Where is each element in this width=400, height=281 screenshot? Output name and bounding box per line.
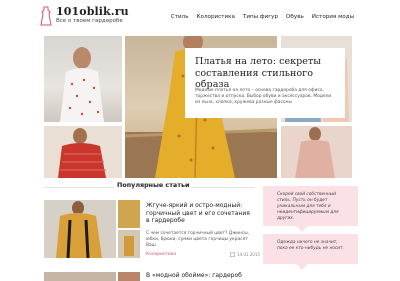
quote-tail: [296, 264, 308, 270]
article-category-tag[interactable]: Колористика: [146, 252, 176, 257]
article-thumb-small-2[interactable]: [118, 230, 140, 258]
article-thumb-main[interactable]: [44, 272, 116, 281]
article-thumb-main[interactable]: [44, 200, 116, 258]
calendar-icon: [230, 252, 235, 257]
popular-section-heading: Популярные статьи: [44, 181, 254, 193]
article-title[interactable]: В «модной обойме»: гардероб цвета: [146, 272, 256, 281]
article-card[interactable]: Жгуче-яркий и остро-модный: горчичный цв…: [44, 200, 260, 266]
hero-photo-pink-outfit[interactable]: [281, 126, 352, 178]
hero-text: Модные платья на лето – основа гардероба…: [195, 88, 332, 105]
article-date: 14.01.2015: [237, 252, 260, 257]
article-card[interactable]: В «модной обойме»: гардероб цвета: [44, 268, 254, 281]
nav-item-fashion-history[interactable]: История моды: [312, 14, 354, 20]
popular-section-title: Популярные статьи: [114, 181, 193, 189]
hero-photo-red-dress[interactable]: [44, 126, 122, 178]
site-header: 101oblik.ru Все о твоем гардеробе Стиль …: [0, 0, 400, 34]
quote-tail: [296, 226, 308, 232]
article-thumb-small-1[interactable]: [118, 200, 140, 228]
nav-item-coloristics[interactable]: Колористика: [197, 14, 235, 20]
dress-logo-icon[interactable]: [40, 6, 52, 26]
quote-text: Одежда ничего не значит, пока ее кто-ниб…: [277, 240, 344, 251]
nav-item-style[interactable]: Стиль: [171, 14, 189, 20]
article-title[interactable]: Жгуче-яркий и остро-модный: горчичный цв…: [146, 202, 252, 225]
site-logo-title[interactable]: 101oblik.ru: [56, 5, 129, 18]
nav-item-shoes[interactable]: Обувь: [286, 14, 304, 20]
quote-text: Скорей свой собственный стиль. Пусть он …: [277, 192, 339, 221]
hero-photo-white-dress[interactable]: [44, 36, 122, 122]
article-description: С чем сочетается горчичный цвет? Джинсы,…: [146, 231, 250, 248]
nav-item-figure-types[interactable]: Типы фигур: [243, 14, 278, 20]
sidebar-quote: Скорей свой собственный стиль. Пусть он …: [263, 186, 358, 226]
site-logo-subtitle: Все о твоем гардеробе: [56, 18, 123, 24]
hero-card[interactable]: Платья на лето: секреты составления стил…: [185, 48, 345, 118]
hero-title[interactable]: Платья на лето: секреты составления стил…: [195, 56, 335, 91]
main-nav: Стиль Колористика Типы фигур Обувь Истор…: [171, 14, 354, 20]
article-thumb-small-1[interactable]: [118, 272, 140, 281]
sidebar-quote: Одежда ничего не значит, пока ее кто-ниб…: [263, 234, 358, 264]
